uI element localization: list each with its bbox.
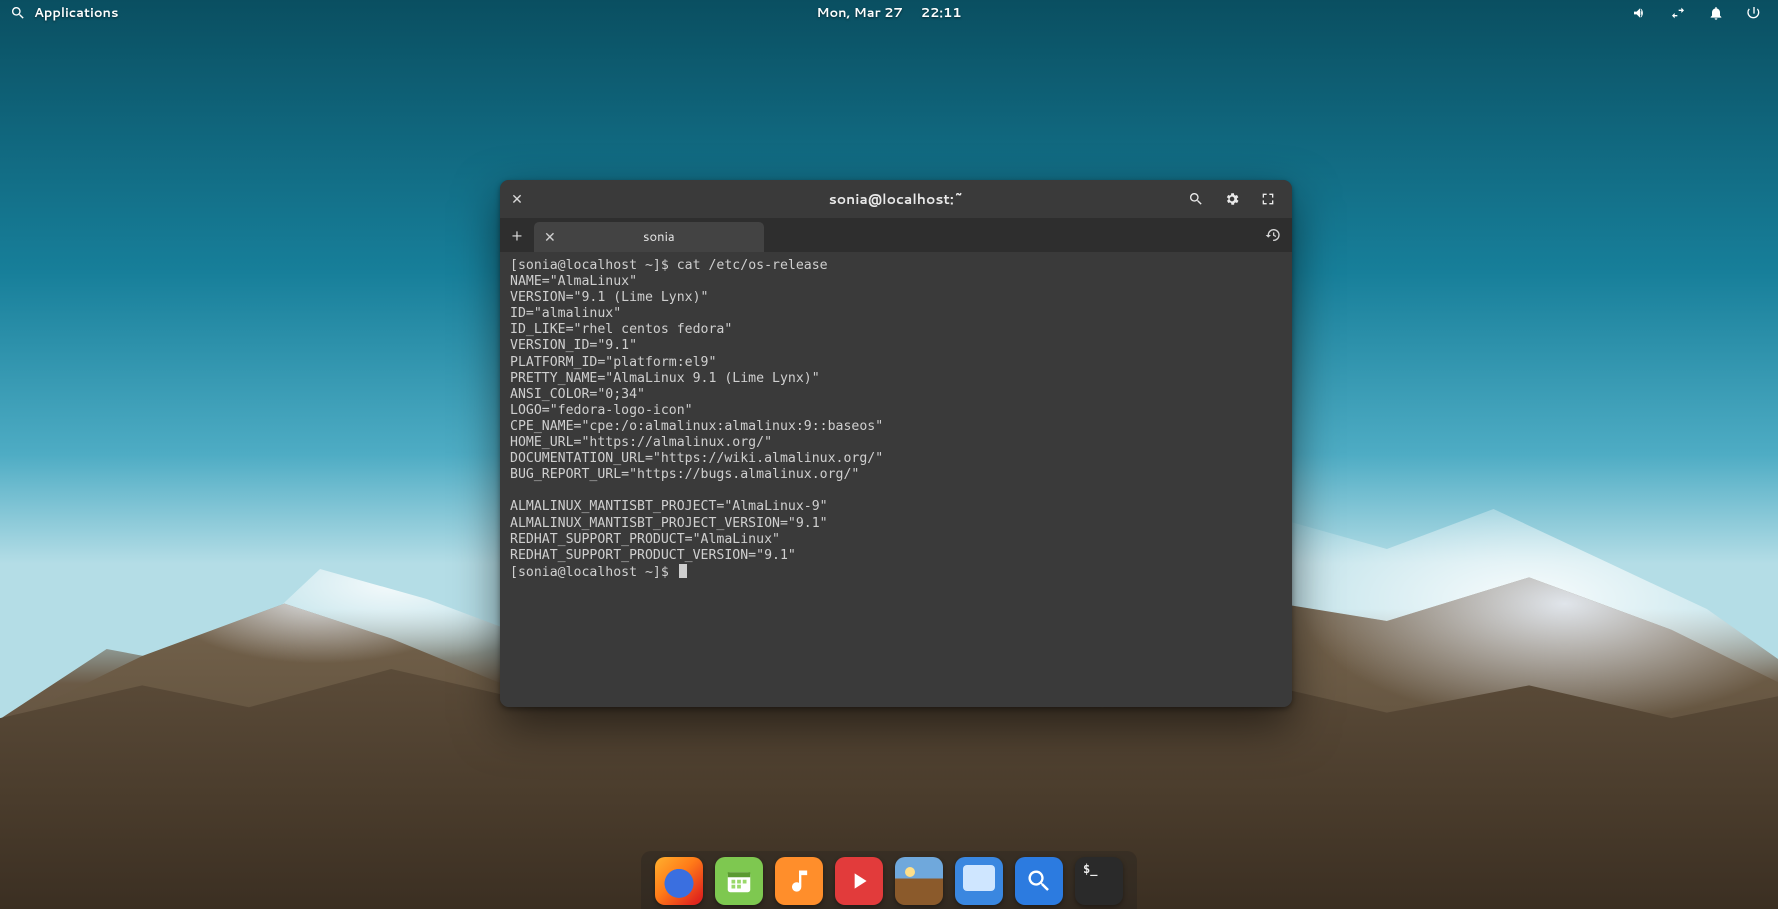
dock-app-firefox[interactable]: [655, 857, 703, 905]
terminal-fullscreen-button[interactable]: [1254, 185, 1282, 213]
notifications-icon[interactable]: [1708, 5, 1724, 21]
terminal-prompt: [sonia@localhost ~]$: [510, 258, 677, 273]
terminal-output: NAME="AlmaLinux" VERSION="9.1 (Lime Lynx…: [510, 274, 883, 563]
tab-close-button[interactable]: ✕: [544, 227, 556, 247]
gear-icon: [1224, 191, 1240, 207]
terminal-command: cat /etc/os-release: [677, 258, 828, 273]
terminal-window[interactable]: ✕ sonia@localhost:~ + ✕ sonia [sonia@loc…: [500, 180, 1292, 707]
dock-app-files[interactable]: [955, 857, 1003, 905]
window-close-button[interactable]: ✕: [500, 189, 534, 209]
new-tab-button[interactable]: +: [500, 218, 534, 252]
panel-date[interactable]: Mon, Mar 27: [816, 4, 902, 22]
dock-app-music[interactable]: [775, 857, 823, 905]
terminal-body[interactable]: [sonia@localhost ~]$ cat /etc/os-release…: [500, 252, 1292, 707]
dock-app-search[interactable]: [1015, 857, 1063, 905]
dock-app-terminal[interactable]: [1075, 857, 1123, 905]
dock-app-videos[interactable]: [835, 857, 883, 905]
panel-time[interactable]: 22:11: [921, 4, 962, 22]
top-panel: Applications Mon, Mar 27 22:11: [0, 0, 1778, 26]
applications-menu[interactable]: Applications: [34, 4, 118, 22]
search-icon[interactable]: [10, 5, 26, 21]
dock-app-photos[interactable]: [895, 857, 943, 905]
terminal-tab[interactable]: ✕ sonia: [534, 222, 764, 252]
terminal-search-button[interactable]: [1182, 185, 1210, 213]
terminal-settings-button[interactable]: [1218, 185, 1246, 213]
terminal-prompt: [sonia@localhost ~]$: [510, 565, 677, 580]
power-icon[interactable]: [1746, 5, 1762, 21]
window-title: sonia@localhost:~: [829, 189, 964, 209]
tab-label: sonia: [566, 228, 752, 246]
terminal-history-button[interactable]: [1254, 218, 1292, 252]
dock: [641, 851, 1137, 909]
fullscreen-icon: [1260, 191, 1276, 207]
dock-app-calendar[interactable]: [715, 857, 763, 905]
terminal-tabbar: + ✕ sonia: [500, 218, 1292, 252]
volume-icon[interactable]: [1632, 5, 1648, 21]
network-icon[interactable]: [1670, 5, 1686, 21]
terminal-titlebar[interactable]: ✕ sonia@localhost:~: [500, 180, 1292, 218]
terminal-cursor: [679, 564, 687, 578]
search-icon: [1188, 191, 1204, 207]
